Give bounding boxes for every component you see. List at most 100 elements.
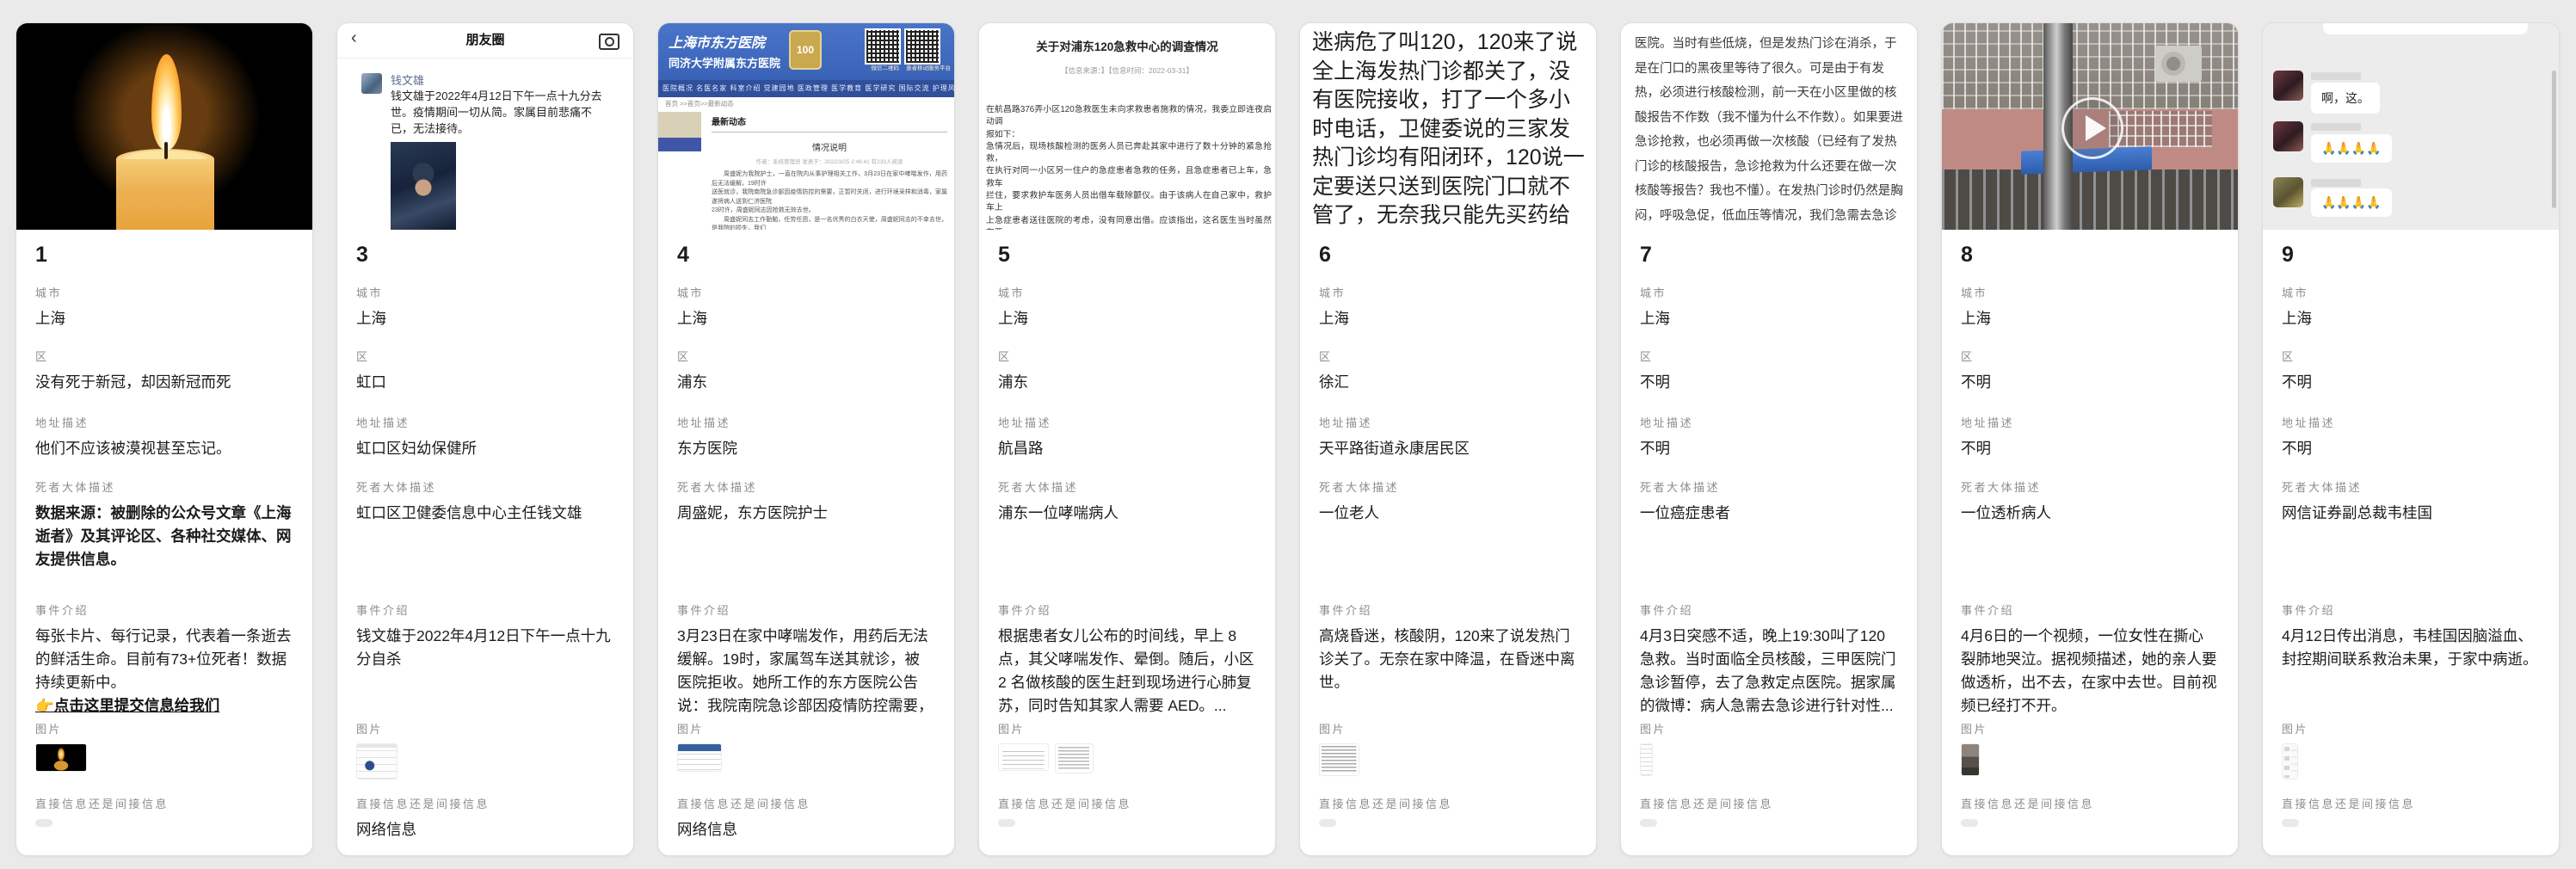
back-chevron-icon[interactable]: ‹ xyxy=(351,28,357,48)
moments-post-text: 钱文雄于2022年4月12日下午一点十九分去世。疫情期间一切从简。家属目前悲痛不… xyxy=(391,88,609,137)
memorial-card[interactable]: 关于对浦东120急救中心的调查情况【信息来源：】【信息时间：2022-03-31… xyxy=(978,22,1276,856)
memorial-card[interactable]: 迷病危了叫120，120来了说全上海发热门诊都关了，没有医院接收，打了一个多小时… xyxy=(1299,22,1597,856)
attachment-thumbnail[interactable] xyxy=(677,743,722,772)
event-text: 3月23日在家中哮喘发作，用药后无法缓解。19时，家属驾车送其就诊，被医院拒收。… xyxy=(677,627,934,719)
field-city: 城市上海 xyxy=(1961,286,2217,330)
field-image: 图片 xyxy=(1640,722,1896,776)
field-image: 图片 xyxy=(1319,722,1575,776)
submit-info-link[interactable]: 👉点击这里提交信息给我们 xyxy=(35,694,292,718)
moments-post-photo xyxy=(391,142,456,230)
field-event: 事件介绍4月3日突感不适，晚上19:30叫了120急救。当时面临全员核酸，三甲医… xyxy=(1640,603,1896,718)
field-value-district: 徐汇 xyxy=(1319,371,1575,394)
field-value-address: 不明 xyxy=(1961,437,2217,460)
field-value-district: 浦东 xyxy=(998,371,1254,394)
field-direct: 直接信息还是间接信息网络信息 xyxy=(356,797,613,841)
field-value-event: 4月12日传出消息，韦桂国因脑溢血、封控期间联系救治未果，于家中病逝。 xyxy=(2282,625,2538,671)
chat-bubble: 🙏🙏🙏🙏 xyxy=(2311,188,2392,217)
field-deceased: 死者大体描述一位透析病人 xyxy=(1961,480,2217,525)
hospital-name: 上海市东方医院 xyxy=(669,31,765,52)
hospital-100-emblem: 100 xyxy=(789,30,822,70)
field-label-event: 事件介绍 xyxy=(1961,603,2217,619)
play-icon[interactable] xyxy=(2061,97,2123,159)
field-address: 地址描述航昌路 xyxy=(998,416,1254,460)
field-label-address: 地址描述 xyxy=(2282,416,2538,431)
field-value-city: 上海 xyxy=(677,307,934,330)
qr-code-icon xyxy=(865,28,901,65)
memorial-card[interactable]: 8城市上海区不明地址描述不明死者大体描述一位透析病人事件介绍4月6日的一个视频，… xyxy=(1941,22,2239,856)
memorial-card[interactable]: 1城市上海区没有死于新冠，却因新冠而死地址描述他们不应该被漠视甚至忘记。死者大体… xyxy=(15,22,313,856)
field-image: 图片 xyxy=(1961,722,2217,776)
attachment-thumbnail[interactable] xyxy=(356,743,397,780)
field-direct: 直接信息还是间接信息 xyxy=(998,797,1254,827)
empty-value-pill xyxy=(1961,819,1978,827)
field-value-direct: 网络信息 xyxy=(677,818,934,841)
chat-bubble: 只有其女儿眼见其病逝…🙏🙏🙏 xyxy=(2323,23,2528,34)
attachment-thumbnail[interactable] xyxy=(1055,743,1094,773)
field-label-district: 区 xyxy=(2282,349,2538,365)
field-deceased: 死者大体描述数据来源：被删除的公众号文章《上海逝者》及其评论区、各种社交媒体、网… xyxy=(35,480,292,571)
field-address: 地址描述不明 xyxy=(2282,416,2538,460)
field-value-deceased: 一位癌症患者 xyxy=(1640,502,1896,525)
card-number: 5 xyxy=(998,242,1010,268)
card-body: 3城市上海区虹口地址描述虹口区妇幼保健所死者大体描述虹口区卫健委信息中心主任钱文… xyxy=(337,230,633,855)
field-deceased: 死者大体描述虹口区卫健委信息中心主任钱文雄 xyxy=(356,480,613,525)
field-city: 城市上海 xyxy=(677,286,934,330)
field-district: 区虹口 xyxy=(356,349,613,394)
field-label-district: 区 xyxy=(998,349,1254,365)
attachment-thumbnail[interactable] xyxy=(2282,743,2298,780)
breadcrumb: 首页 >>首页>>最新动态 xyxy=(658,97,954,110)
field-value-direct: 网络信息 xyxy=(356,818,613,841)
field-label-address: 地址描述 xyxy=(1961,416,2217,431)
field-direct: 直接信息还是间接信息 xyxy=(1961,797,2217,827)
memorial-card[interactable]: ‹朋友圈钱文雄钱文雄于2022年4月12日下午一点十九分去世。疫情期间一切从简。… xyxy=(336,22,634,856)
field-district: 区不明 xyxy=(1640,349,1896,394)
field-label-district: 区 xyxy=(1319,349,1575,365)
field-image: 图片 xyxy=(2282,722,2538,780)
field-value-address: 东方医院 xyxy=(677,437,934,460)
field-value-deceased: 虹口区卫健委信息中心主任钱文雄 xyxy=(356,502,613,525)
article-meta: 作者：系统管理员 发表于：2022/3/25 2:46:41 有233人阅读 xyxy=(712,157,947,165)
field-label-direct: 直接信息还是间接信息 xyxy=(1961,797,2217,812)
article-title: 情况说明 xyxy=(712,140,947,153)
field-label-district: 区 xyxy=(35,349,292,365)
scrollbar[interactable] xyxy=(2552,71,2556,208)
field-label-city: 城市 xyxy=(356,286,613,301)
field-value-event: 高烧昏迷，核酸阴，120来了说发热门诊关了。无奈在家中降温，在昏迷中离世。 xyxy=(1319,625,1575,694)
attachment-thumbnails xyxy=(356,743,613,780)
field-district: 区没有死于新冠，却因新冠而死 xyxy=(35,349,292,394)
attachment-thumbnail[interactable] xyxy=(1319,743,1359,776)
field-image: 图片 xyxy=(998,722,1254,773)
attachment-thumbnail[interactable] xyxy=(1961,743,1980,776)
attachment-thumbnail[interactable] xyxy=(1640,743,1653,776)
field-label-district: 区 xyxy=(356,349,613,365)
card-body: 8城市上海区不明地址描述不明死者大体描述一位透析病人事件介绍4月6日的一个视频，… xyxy=(1942,230,2238,855)
field-value-address: 天平路街道永康居民区 xyxy=(1319,437,1575,460)
memorial-card[interactable]: 医院。当时有些低烧，但是发热门诊在消杀，于是在门口的黑夜里等待了很久。可是由于有… xyxy=(1620,22,1918,856)
field-address: 地址描述东方医院 xyxy=(677,416,934,460)
field-district: 区浦东 xyxy=(677,349,934,394)
field-address: 地址描述不明 xyxy=(1961,416,2217,460)
memorial-card[interactable]: 上海市东方医院同济大学附属东方医院100微信二维码患者移动服务平台医院概况 名医… xyxy=(657,22,955,856)
attachment-thumbnail[interactable] xyxy=(998,743,1049,771)
avatar xyxy=(2273,71,2303,101)
field-city: 城市上海 xyxy=(1640,286,1896,330)
camera-icon[interactable] xyxy=(599,34,619,50)
attachment-thumbnail[interactable] xyxy=(35,743,87,772)
card-body: 4城市上海区浦东地址描述东方医院死者大体描述周盛妮，东方医院护士事件介绍3月23… xyxy=(658,230,954,855)
document-line: 拦住，要求救护车医务人员出借车载除颤仪。由于该病人在自己家中，救护车上 xyxy=(986,190,1272,215)
event-text: 每张卡片、每行记录，代表着一条逝去的鲜活生命。目前有73+位死者！数据持续更新中… xyxy=(35,627,292,691)
field-label-city: 城市 xyxy=(998,286,1254,301)
field-value-city: 上海 xyxy=(35,307,292,330)
memorial-card[interactable]: 只有其女儿眼见其病逝…🙏🙏🙏啊，这。🙏🙏🙏🙏🙏🙏🙏🙏9城市上海区不明地址描述不明… xyxy=(2262,22,2560,856)
empty-value-pill xyxy=(1640,819,1657,827)
field-value-address: 不明 xyxy=(2282,437,2538,460)
field-label-image: 图片 xyxy=(677,722,934,737)
hospital-nav-bar[interactable]: 医院概况 名医名家 科室介绍 党建园地 医政管理 医学教育 医学研究 国际交流 … xyxy=(658,80,954,97)
candle-body xyxy=(116,159,214,230)
field-label-event: 事件介绍 xyxy=(1640,603,1896,619)
screenshot-text: 医院。当时有些低烧，但是发热门诊在消杀，于是在门口的黑夜里等待了很久。可是由于有… xyxy=(1621,23,1917,230)
card-cover-image: 上海市东方医院同济大学附属东方医院100微信二维码患者移动服务平台医院概况 名医… xyxy=(658,23,954,230)
field-value-event: 3月23日在家中哮喘发作，用药后无法缓解。19时，家属驾车送其就诊，被医院拒收。… xyxy=(677,625,934,719)
field-label-image: 图片 xyxy=(1319,722,1575,737)
field-value-district: 浦东 xyxy=(677,371,934,394)
